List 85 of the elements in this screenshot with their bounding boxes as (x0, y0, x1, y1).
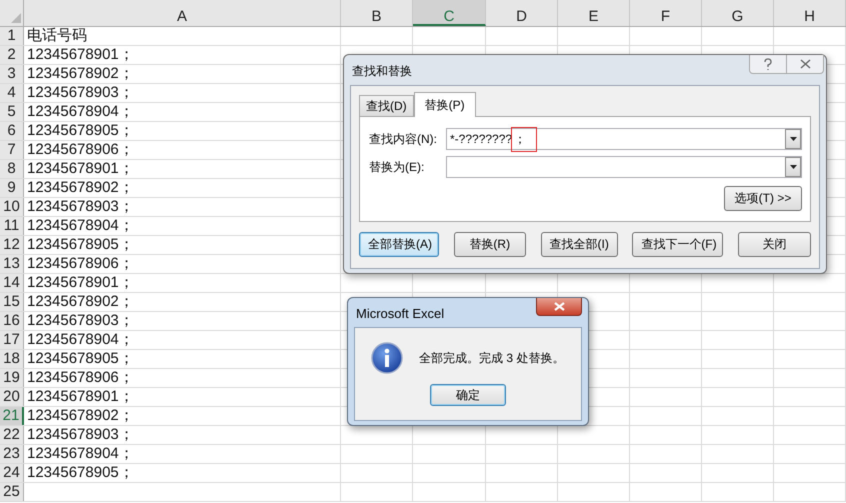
column-header[interactable]: F (630, 0, 702, 26)
help-icon (763, 58, 773, 70)
options-button[interactable]: 选项(T) >> (724, 186, 802, 211)
column-header[interactable]: A (24, 0, 341, 26)
corner-triangle-icon (11, 13, 21, 23)
table-cell: 12345678903； (27, 312, 134, 329)
dialog-title: Microsoft Excel (356, 305, 444, 321)
row-header[interactable]: 17 (0, 331, 24, 349)
column-header[interactable]: C (413, 0, 486, 26)
table-cell: 12345678906； (27, 369, 134, 386)
table-cell: 12345678905； (27, 464, 134, 481)
row-header[interactable]: 6 (0, 122, 24, 140)
column-header[interactable]: D (486, 0, 558, 26)
table-cell: 12345678904； (27, 217, 134, 234)
dialog-button[interactable]: 替换(R) (454, 232, 526, 257)
dialog-button[interactable]: 关闭 (738, 232, 811, 257)
table-cell: 12345678905； (27, 236, 134, 253)
table-cell: 12345678902； (27, 293, 134, 310)
close-button[interactable] (536, 298, 582, 316)
row-header[interactable]: 24 (0, 464, 24, 482)
table-cell: 12345678906； (27, 255, 134, 272)
caret-icon (790, 137, 796, 141)
dropdown-button[interactable] (785, 157, 801, 177)
row-header[interactable]: 9 (0, 179, 24, 197)
caret-icon (790, 165, 796, 169)
table-cell: 12345678905； (27, 122, 134, 139)
table-cell: 12345678901； (27, 274, 134, 291)
row-header[interactable]: 2 (0, 46, 24, 64)
row-header[interactable]: 19 (0, 369, 24, 387)
table-cell: 12345678903； (27, 84, 134, 101)
row-header[interactable]: 7 (0, 141, 24, 159)
table-cell: 12345678903； (27, 426, 134, 443)
dropdown-button[interactable] (785, 129, 801, 149)
row-header[interactable]: 10 (0, 198, 24, 216)
close-icon (554, 302, 564, 311)
column-header[interactable]: E (558, 0, 630, 26)
table-cell: 12345678902； (27, 407, 134, 424)
field-label: 查找内容(N): (369, 130, 438, 148)
table-cell: 12345678901； (27, 160, 134, 177)
close-button[interactable] (787, 55, 824, 74)
row-header[interactable]: 13 (0, 255, 24, 273)
column-header[interactable]: H (774, 0, 846, 26)
row-header[interactable]: 25 (0, 483, 24, 501)
table-cell: 12345678902； (27, 65, 134, 82)
row-header[interactable]: 15 (0, 293, 24, 311)
find-combo-field[interactable]: *-???????? ； (446, 128, 802, 150)
row-header[interactable]: 18 (0, 350, 24, 368)
close-icon (800, 59, 810, 69)
help-button[interactable] (749, 55, 787, 74)
table-cell: 12345678904； (27, 103, 134, 120)
dialog-button[interactable]: 查找全部(I) (540, 232, 618, 257)
dialog-button[interactable]: 查找下一个(F) (632, 232, 724, 257)
row-header[interactable]: 11 (0, 217, 24, 235)
row-header[interactable]: 1 (0, 27, 24, 45)
row-header[interactable]: 22 (0, 426, 24, 444)
row-header[interactable]: 23 (0, 445, 24, 463)
table-cell: 12345678904； (27, 331, 134, 348)
row-header[interactable]: 3 (0, 65, 24, 83)
row-header[interactable]: 8 (0, 160, 24, 178)
info-icon (371, 342, 403, 374)
dialog-button[interactable]: 全部替换(A) (359, 232, 439, 257)
row-header[interactable]: 12 (0, 236, 24, 254)
field-label: 替换为(E): (369, 158, 426, 176)
row-header[interactable]: 16 (0, 312, 24, 330)
table-cell: 12345678901； (27, 388, 134, 405)
table-cell: 12345678905； (27, 350, 134, 367)
message-text: 全部完成。完成 3 处替换。 (419, 350, 564, 366)
table-cell: 12345678901； (27, 46, 134, 63)
row-header[interactable]: 21 (0, 407, 24, 425)
tab[interactable]: 查找(D) (359, 95, 414, 116)
table-cell: 12345678903； (27, 198, 134, 215)
row-header[interactable]: 14 (0, 274, 24, 292)
ok-button[interactable]: 确定 (430, 384, 506, 406)
row-header[interactable]: 5 (0, 103, 24, 121)
row-header[interactable]: 20 (0, 388, 24, 406)
table-cell: 12345678902； (27, 179, 134, 196)
highlight-annotation: ； (511, 126, 538, 152)
dialog-title: 查找和替换 (352, 63, 412, 80)
table-cell: 12345678904； (27, 445, 134, 462)
replace-combo-field[interactable] (446, 156, 802, 178)
table-cell: 电话号码 (27, 27, 87, 44)
tab[interactable]: 替换(P) (414, 92, 476, 117)
table-cell: 12345678906； (27, 141, 134, 158)
row-header[interactable]: 4 (0, 84, 24, 102)
column-header[interactable]: G (702, 0, 774, 26)
